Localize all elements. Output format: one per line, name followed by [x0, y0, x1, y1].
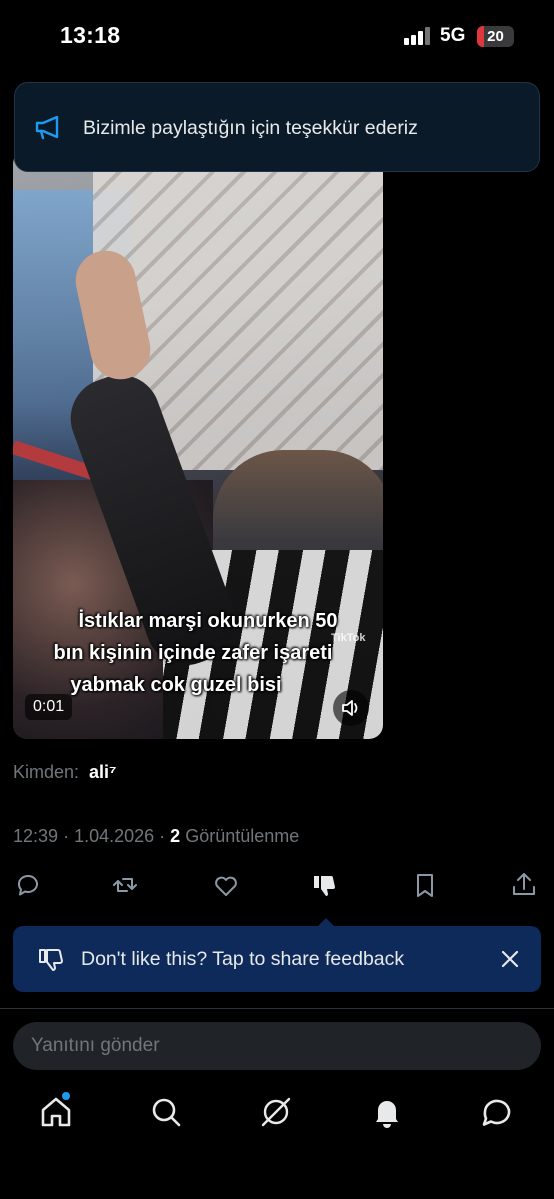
grok-icon[interactable]	[258, 1094, 294, 1130]
status-bar: 13:18 5G 20	[0, 0, 554, 74]
speaker-icon	[342, 700, 358, 716]
mute-button[interactable]	[333, 690, 369, 726]
post-meta: 12:39 · 1.04.2026 · 2 Görüntülenme	[13, 826, 300, 846]
reply-input[interactable]	[13, 1022, 541, 1070]
home-badge	[62, 1092, 70, 1100]
megaphone-icon	[35, 115, 59, 140]
notifications-icon[interactable]	[369, 1094, 405, 1130]
home-icon[interactable]	[38, 1094, 74, 1130]
cellular-signal-icon	[404, 27, 432, 45]
bottom-nav	[0, 1080, 554, 1199]
from-name[interactable]: ali⁷	[89, 762, 116, 782]
feedback-text: Don't like this? Tap to share feedback	[81, 948, 405, 970]
post-actions	[0, 866, 554, 906]
post-source: Kimden: ali⁷	[13, 762, 117, 783]
views-count: 2	[170, 826, 181, 846]
like-icon[interactable]	[211, 870, 241, 900]
tiktok-watermark: TikTok	[331, 632, 366, 644]
share-icon[interactable]	[509, 870, 539, 900]
views-label[interactable]: Görüntülenme	[185, 826, 299, 846]
video-caption-line: İstıklar marşi okunurken 50	[78, 610, 338, 632]
bookmark-icon[interactable]	[410, 870, 440, 900]
repost-icon[interactable]	[110, 870, 140, 900]
status-time: 13:18	[60, 22, 121, 48]
reply-icon[interactable]	[13, 870, 43, 900]
feedback-caret	[318, 918, 334, 926]
divider	[0, 1008, 554, 1009]
from-label: Kimden:	[13, 762, 80, 782]
video-duration: 0:01	[25, 694, 73, 720]
toast-notification: Bizimle paylaştığın için teşekkür ederiz	[14, 82, 540, 172]
post-time: 12:39	[13, 826, 59, 846]
close-icon[interactable]	[499, 948, 521, 970]
dislike-icon[interactable]	[310, 870, 340, 900]
tweet-video[interactable]: İstıklar marşi okunurken 50 bın kişinin …	[13, 150, 383, 739]
search-icon[interactable]	[148, 1094, 184, 1130]
toast-text: Bizimle paylaştığın için teşekkür ederiz	[83, 117, 418, 139]
feedback-banner[interactable]: Don't like this? Tap to share feedback	[13, 926, 541, 992]
battery-icon: 20	[477, 26, 514, 47]
post-date: 1.04.2026	[74, 826, 155, 846]
video-caption-line: bın kişinin içinde zafer işareti	[53, 642, 333, 664]
dislike-icon	[39, 949, 63, 971]
messages-icon[interactable]	[479, 1094, 515, 1130]
battery-level: 20	[487, 28, 504, 45]
network-type: 5G	[440, 25, 466, 46]
